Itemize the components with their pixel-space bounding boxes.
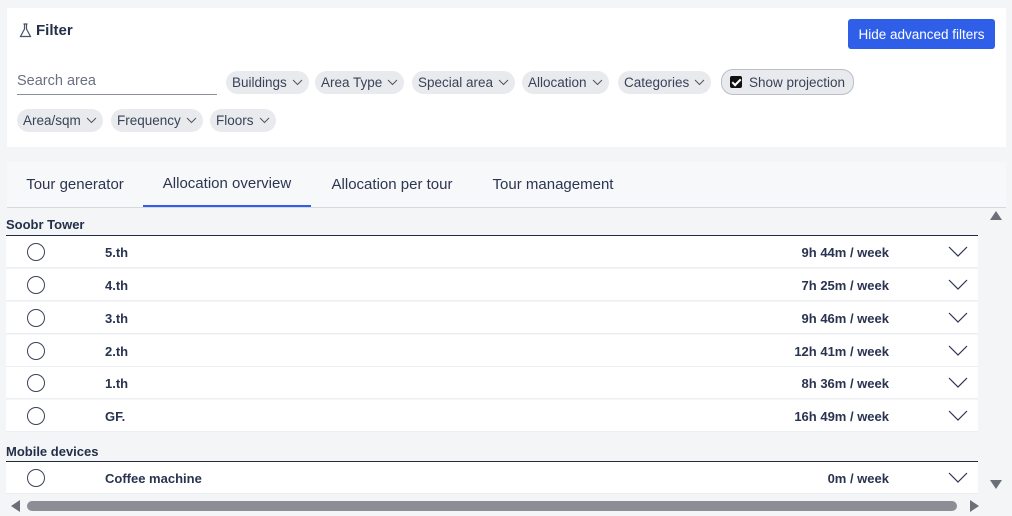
horizontal-scrollbar-thumb[interactable] [27, 501, 957, 511]
row-name: Coffee machine [105, 471, 202, 486]
categories-filter-chip[interactable]: Categories [618, 71, 712, 94]
frequency-chip-label: Frequency [117, 113, 181, 128]
row-radio[interactable] [27, 469, 45, 487]
area-type-filter-chip[interactable]: Area Type [315, 71, 405, 94]
categories-chip-label: Categories [624, 75, 690, 90]
list-item[interactable]: 3.th 9h 46m / week [6, 302, 978, 334]
row-radio[interactable] [27, 407, 45, 425]
row-weekly-time: 7h 25m / week [801, 278, 889, 293]
chevron-down-icon[interactable] [948, 410, 968, 421]
flask-icon [19, 23, 32, 38]
row-radio[interactable] [27, 342, 45, 360]
tab-allocation-per-tour[interactable]: Allocation per tour [311, 162, 473, 207]
row-radio[interactable] [27, 276, 45, 294]
search-area-field[interactable] [17, 72, 217, 95]
scroll-left-arrow-icon[interactable] [11, 500, 20, 512]
area-type-chip-label: Area Type [321, 75, 383, 90]
list-item[interactable]: 1.th 8h 36m / week [6, 367, 978, 399]
horizontal-scrollbar[interactable] [0, 496, 1012, 516]
allocation-list: Soobr Tower 5.th 9h 44m / week 4.th 7h 2… [0, 208, 984, 496]
row-name: 1.th [105, 376, 129, 391]
row-name: 5.th [105, 245, 129, 260]
chevron-down-icon[interactable] [948, 377, 968, 388]
chevron-down-icon[interactable] [948, 345, 968, 356]
buildings-chip-label: Buildings [232, 75, 287, 90]
vertical-scrollbar[interactable] [986, 208, 1006, 496]
row-name: 4.th [105, 278, 129, 293]
floors-chip-label: Floors [216, 113, 254, 128]
filter-header: Filter [19, 22, 73, 39]
chevron-down-icon[interactable] [948, 279, 968, 290]
row-weekly-time: 12h 41m / week [794, 344, 889, 359]
row-radio[interactable] [27, 243, 45, 261]
group-header: Soobr Tower [6, 217, 85, 232]
chevron-down-icon[interactable] [948, 246, 968, 257]
chevron-down-icon[interactable] [948, 472, 968, 483]
show-projection-toggle[interactable]: Show projection [721, 69, 855, 95]
list-item[interactable]: 2.th 12h 41m / week [6, 335, 978, 367]
row-name: 3.th [105, 311, 129, 326]
frequency-filter-chip[interactable]: Frequency [111, 109, 203, 132]
tab-tour-generator[interactable]: Tour generator [7, 162, 143, 207]
chevron-down-icon [592, 79, 602, 86]
row-weekly-time: 16h 49m / week [794, 409, 889, 424]
chevron-down-icon [292, 79, 303, 86]
row-weekly-time: 8h 36m / week [801, 376, 889, 391]
chevron-down-icon[interactable] [948, 312, 968, 323]
scroll-right-arrow-icon[interactable] [970, 500, 979, 512]
scroll-down-arrow-icon[interactable] [990, 480, 1002, 489]
row-name: GF. [105, 409, 126, 424]
row-radio[interactable] [27, 374, 45, 392]
hide-advanced-filters-button[interactable]: Hide advanced filters [848, 19, 995, 49]
buildings-filter-chip[interactable]: Buildings [226, 71, 309, 94]
chevron-down-icon [694, 79, 705, 86]
row-weekly-time: 9h 46m / week [801, 311, 889, 326]
show-projection-checkbox[interactable] [730, 76, 742, 88]
list-item[interactable]: 4.th 7h 25m / week [6, 269, 978, 301]
row-weekly-time: 9h 44m / week [801, 245, 889, 260]
filter-panel: Filter Hide advanced filters Buildings A… [7, 8, 1006, 147]
view-tabs: Tour generator Allocation overview Alloc… [7, 162, 1006, 208]
filter-title: Filter [36, 22, 73, 39]
chevron-down-icon [498, 79, 509, 86]
list-item[interactable]: GF. 16h 49m / week [6, 400, 978, 432]
tab-allocation-overview[interactable]: Allocation overview [143, 162, 311, 207]
row-weekly-time: 0m / week [827, 471, 889, 486]
tab-tour-management[interactable]: Tour management [473, 162, 633, 207]
allocation-chip-label: Allocation [528, 75, 587, 90]
area-sqm-chip-label: Area/sqm [23, 113, 81, 128]
row-name: 2.th [105, 344, 129, 359]
area-sqm-filter-chip[interactable]: Area/sqm [17, 109, 103, 132]
special-area-filter-chip[interactable]: Special area [412, 71, 516, 94]
allocation-filter-chip[interactable]: Allocation [522, 71, 609, 94]
chevron-down-icon [259, 117, 269, 124]
scroll-up-arrow-icon[interactable] [990, 211, 1002, 220]
special-area-chip-label: Special area [418, 75, 494, 90]
chevron-down-icon [86, 117, 97, 124]
list-item[interactable]: 5.th 9h 44m / week [6, 236, 978, 268]
chevron-down-icon [387, 79, 398, 86]
list-item[interactable]: Coffee machine 0m / week [6, 462, 978, 494]
show-projection-label: Show projection [749, 74, 846, 90]
chevron-down-icon [186, 117, 197, 124]
row-radio[interactable] [27, 309, 45, 327]
search-area-input[interactable] [17, 73, 217, 89]
group-header: Mobile devices [6, 444, 99, 459]
floors-filter-chip[interactable]: Floors [210, 109, 276, 132]
